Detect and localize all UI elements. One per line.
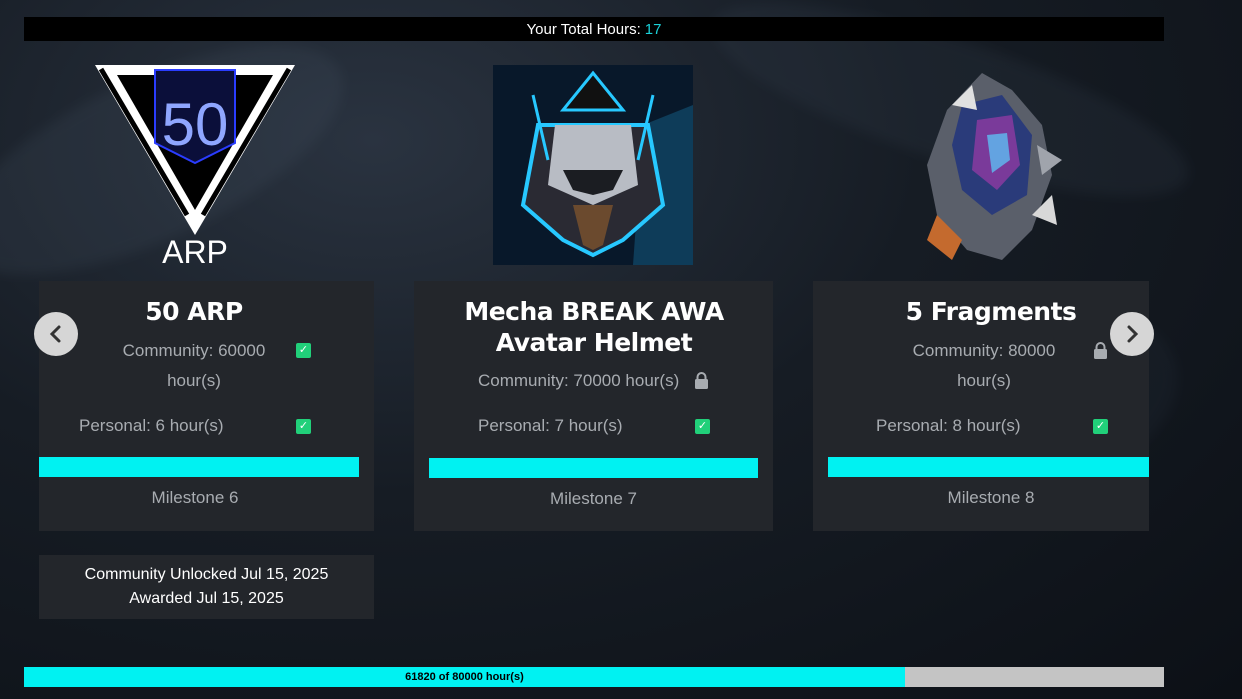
- community-requirement: Community: 70000 hour(s): [478, 371, 680, 390]
- personal-check-icon: ✓: [695, 419, 710, 434]
- total-hours-bar: Your Total Hours: 17: [24, 17, 1164, 41]
- personal-requirement: Personal: 7 hour(s): [478, 416, 623, 435]
- milestone-progress-bar: [429, 458, 758, 478]
- community-requirement-unit: hour(s): [167, 371, 221, 390]
- reward-title-line: Avatar Helmet: [495, 328, 693, 357]
- lock-icon: [1094, 342, 1107, 359]
- community-check-icon: ✓: [296, 343, 311, 358]
- reward-title-line: Mecha BREAK AWA: [464, 297, 724, 326]
- chevron-right-icon: [1127, 325, 1139, 343]
- milestone-label: Milestone 6: [151, 488, 239, 507]
- milestone-progress-bar: [39, 457, 359, 477]
- community-progress-label: 61820 of 80000 hour(s): [405, 671, 524, 683]
- community-requirement-unit: hour(s): [957, 371, 1011, 390]
- personal-check-icon: ✓: [296, 419, 311, 434]
- community-requirement: Community: 60000: [122, 341, 266, 360]
- reward-title: 50 ARP: [145, 297, 243, 326]
- chevron-left-icon: [49, 325, 61, 343]
- community-progress-bar: 61820 of 80000 hour(s): [24, 667, 1164, 687]
- personal-check-icon: ✓: [1093, 419, 1108, 434]
- reward-card: Mecha BREAK AWA Avatar Helmet Community:…: [414, 281, 773, 531]
- crystal-fragment-image: [892, 65, 1092, 265]
- arp-badge-number: 50: [162, 91, 229, 158]
- mecha-helmet-image: [493, 65, 693, 265]
- next-button[interactable]: [1110, 312, 1154, 356]
- reward-card: 50 ARP Community: 60000 hour(s) ✓ Person…: [39, 281, 374, 531]
- personal-requirement: Personal: 8 hour(s): [876, 416, 1021, 435]
- milestone-progress-bar: [828, 457, 1149, 477]
- milestone-label: Milestone 8: [947, 488, 1035, 507]
- reward-title: Mecha BREAK AWA Avatar Helmet: [414, 296, 774, 358]
- lock-icon: [695, 372, 708, 389]
- reward-card: 5 Fragments Community: 80000 hour(s) Per…: [813, 281, 1149, 531]
- community-unlocked-date: Community Unlocked Jul 15, 2025: [84, 566, 329, 583]
- total-hours-label: Your Total Hours:: [526, 20, 641, 38]
- personal-requirement: Personal: 6 hour(s): [79, 416, 224, 435]
- arp-logo-text: ARP: [162, 234, 228, 265]
- unlock-info-box: Community Unlocked Jul 15, 2025 Awarded …: [39, 555, 374, 619]
- awarded-date: Awarded Jul 15, 2025: [129, 590, 284, 607]
- total-hours-value: 17: [644, 20, 662, 38]
- community-requirement: Community: 80000: [912, 341, 1056, 360]
- milestone-label: Milestone 7: [550, 489, 637, 508]
- arp-badge-icon: 50 ARP: [95, 65, 295, 270]
- previous-button[interactable]: [34, 312, 78, 356]
